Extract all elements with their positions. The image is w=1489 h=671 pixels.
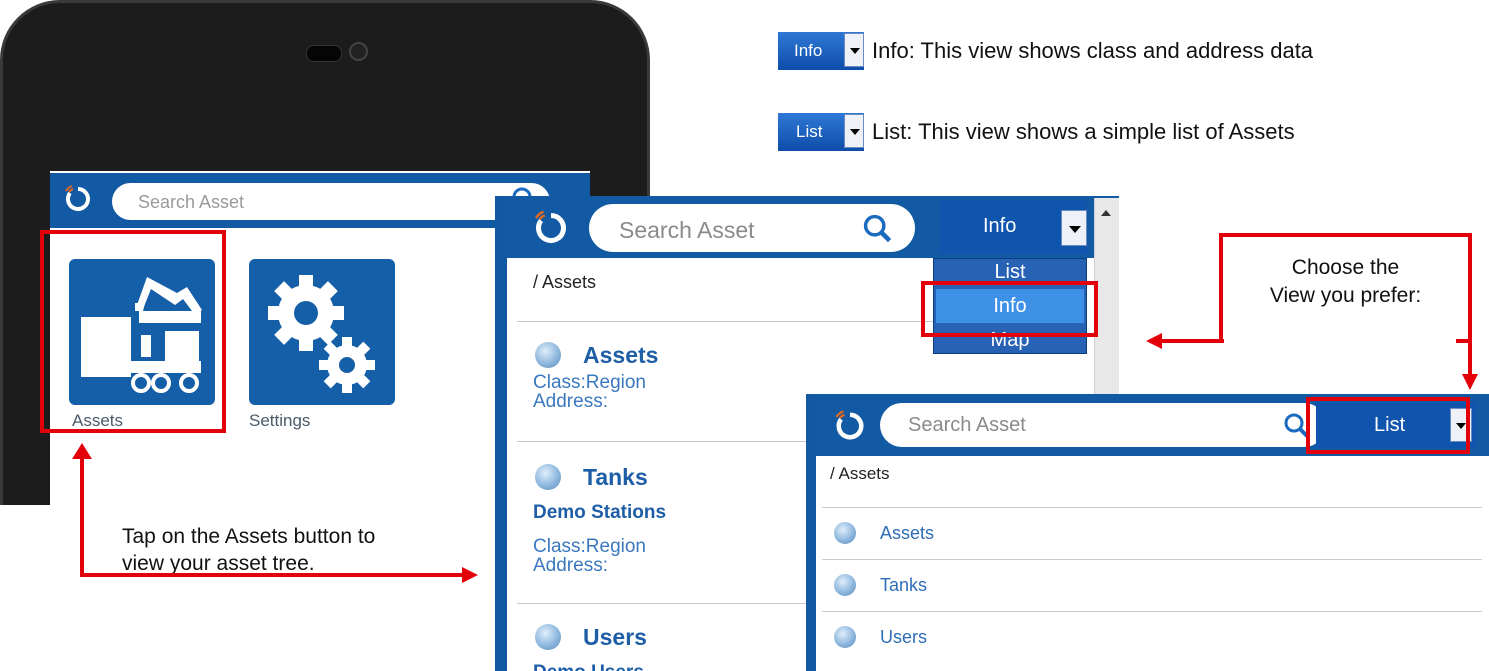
search-input[interactable]: Search Asset	[589, 204, 915, 252]
item-subtitle: Demo Users	[533, 662, 644, 671]
globe-icon	[535, 342, 561, 368]
view-select-value: Info	[983, 215, 1017, 237]
item-subtitle: Demo Stations	[533, 502, 667, 523]
tap-note: Tap on the Assets button to view your as…	[122, 523, 375, 577]
list-item-title[interactable]: Users	[583, 624, 647, 651]
arrow-down-icon	[1462, 374, 1478, 390]
app-logo-icon	[835, 410, 864, 440]
search-icon[interactable]	[861, 212, 893, 244]
list-item-title[interactable]: Tanks	[583, 464, 648, 491]
info-view-header-bar: Search Asset Info	[507, 196, 1119, 258]
list-item-details: Class:Region Address:	[533, 537, 646, 575]
app-logo-icon	[534, 210, 566, 243]
globe-icon	[834, 522, 856, 544]
bracket-gap	[1223, 322, 1456, 343]
divider	[517, 321, 937, 322]
item-address: Address:	[533, 391, 608, 412]
choose-view-line1: Choose the	[1291, 256, 1400, 279]
choose-arrow-down-line	[1468, 343, 1472, 377]
choose-view-line2: View you prefer:	[1269, 284, 1422, 307]
phone-camera	[349, 42, 368, 61]
list-item[interactable]: Assets	[880, 523, 934, 544]
search-placeholder: Search Asset	[619, 217, 755, 243]
settings-tile[interactable]	[249, 259, 395, 405]
divider	[822, 507, 1482, 508]
item-address: Address:	[533, 555, 608, 576]
choose-view-note: Choose the View you prefer:	[1223, 254, 1468, 310]
search-placeholder: Search Asset	[908, 414, 1026, 436]
phone-speaker	[306, 45, 342, 62]
globe-icon	[535, 624, 561, 650]
choose-arrow-left-line	[1160, 339, 1224, 343]
settings-icon	[268, 275, 375, 393]
search-input[interactable]: Search Asset	[112, 183, 550, 220]
arrow-left-icon	[1146, 333, 1162, 349]
list-view-button-sample: List	[778, 113, 864, 151]
info-view-button-sample: Info	[778, 32, 864, 70]
search-placeholder: Search Asset	[138, 192, 245, 212]
divider	[822, 611, 1482, 612]
view-select[interactable]: Info	[939, 200, 1087, 254]
list-highlight-box	[1306, 397, 1470, 454]
chevron-down-icon	[844, 114, 864, 148]
info-legend-text: Info: This view shows class and address …	[872, 38, 1314, 63]
settings-tile-label: Settings	[249, 411, 311, 430]
tap-note-line1: Tap on the Assets button to	[122, 525, 376, 548]
chevron-down-icon	[844, 33, 864, 67]
breadcrumb[interactable]: / Assets	[533, 272, 596, 293]
tap-arrow-horizontal	[80, 573, 464, 577]
item-class: Class:Region	[533, 536, 646, 557]
globe-icon	[834, 574, 856, 596]
info-button-label: Info	[794, 41, 823, 60]
scroll-up-icon[interactable]	[1101, 210, 1111, 216]
globe-icon	[834, 626, 856, 648]
list-item-details: Class:Region Address:	[533, 373, 646, 411]
globe-icon	[535, 464, 561, 490]
tap-arrow-vertical	[80, 456, 84, 577]
info-highlight-box	[921, 281, 1098, 337]
arrow-up-icon	[72, 443, 92, 459]
list-legend-text: List: This view shows a simple list of A…	[872, 119, 1295, 144]
arrow-right-icon	[462, 567, 478, 583]
assets-highlight-box	[40, 230, 226, 433]
chevron-down-icon[interactable]	[1061, 210, 1087, 246]
list-button-label: List	[796, 122, 823, 141]
breadcrumb[interactable]: / Assets	[830, 464, 890, 484]
list-item[interactable]: Tanks	[880, 575, 927, 596]
search-input[interactable]: Search Asset	[880, 403, 1326, 447]
list-item-title[interactable]: Assets	[583, 342, 658, 369]
divider	[822, 559, 1482, 560]
menu-item-list[interactable]: List	[934, 261, 1086, 283]
list-item[interactable]: Users	[880, 627, 927, 648]
app-logo-icon	[65, 185, 90, 211]
item-class: Class:Region	[533, 372, 646, 393]
